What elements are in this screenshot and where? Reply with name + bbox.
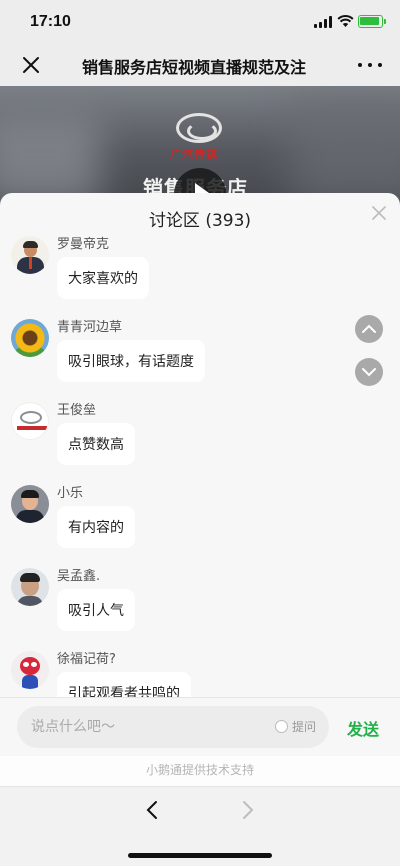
forward-arrow-icon[interactable] [238, 799, 258, 821]
status-time: 17:10 [30, 13, 71, 30]
home-indicator [128, 853, 272, 858]
brand-text: 广汽传祺 [170, 148, 218, 161]
avatar [11, 485, 49, 523]
list-item: 罗曼帝克 大家喜欢的 [0, 230, 400, 314]
avatar [11, 568, 49, 606]
question-toggle[interactable]: 提问 [275, 718, 316, 735]
battery-icon [358, 15, 386, 28]
comment-text: 点赞数高 [57, 423, 135, 465]
comment-text: 吸引眼球，有话题度 [57, 340, 205, 382]
powered-by-text: 小鹅通提供技术支持 [0, 756, 400, 786]
scroll-up-button[interactable] [355, 315, 383, 343]
chevron-up-icon [362, 324, 376, 333]
discussion-title: 讨论区 (393) [148, 211, 252, 231]
send-button[interactable]: 发送 [347, 716, 379, 740]
comment-composer: 提问 发送 [0, 697, 400, 755]
comment-author: 吴孟鑫. [57, 569, 101, 584]
list-item: 徐福记荷? 引起观看者共鸣的 [0, 645, 400, 697]
list-item: 吴孟鑫. 吸引人气 [0, 562, 400, 646]
status-bar: 17:10 [0, 0, 400, 44]
close-icon[interactable] [20, 54, 42, 76]
more-icon[interactable] [358, 54, 382, 76]
comment-text: 大家喜欢的 [57, 257, 149, 299]
video-player[interactable]: 广汽传祺 销售服务店 [0, 86, 400, 206]
wifi-icon [337, 15, 354, 27]
brand-logo [176, 113, 222, 143]
list-item: 王俊垒 点赞数高 [0, 396, 400, 480]
scroll-down-button[interactable] [355, 358, 383, 386]
comment-text: 吸引人气 [57, 589, 135, 631]
back-arrow-icon[interactable] [142, 799, 162, 821]
comment-author: 徐福记荷? [57, 652, 116, 667]
comment-text: 引起观看者共鸣的 [57, 672, 191, 697]
comment-author: 青青河边草 [57, 320, 123, 335]
signal-icon [314, 16, 332, 28]
avatar [11, 236, 49, 274]
chevron-down-icon [362, 368, 376, 377]
comment-list[interactable]: 罗曼帝克 大家喜欢的 青青河边草 吸引眼球，有话题度 王俊垒 点赞数高 小乐 有… [0, 230, 400, 697]
close-icon[interactable] [372, 206, 386, 220]
comment-author: 罗曼帝克 [57, 237, 110, 252]
browser-nav-bar [0, 786, 400, 866]
avatar [11, 651, 49, 689]
nav-bar: 销售服务店短视频直播规范及注 [0, 44, 400, 86]
avatar [11, 319, 49, 357]
list-item: 青青河边草 吸引眼球，有话题度 [0, 313, 400, 397]
page-title: 销售服务店短视频直播规范及注 [82, 58, 307, 77]
comment-author: 王俊垒 [57, 403, 97, 418]
question-label: 提问 [292, 720, 317, 734]
comment-author: 小乐 [57, 486, 84, 501]
comment-text: 有内容的 [57, 506, 135, 548]
radio-icon [275, 720, 288, 733]
list-item: 小乐 有内容的 [0, 479, 400, 563]
avatar [11, 402, 49, 440]
